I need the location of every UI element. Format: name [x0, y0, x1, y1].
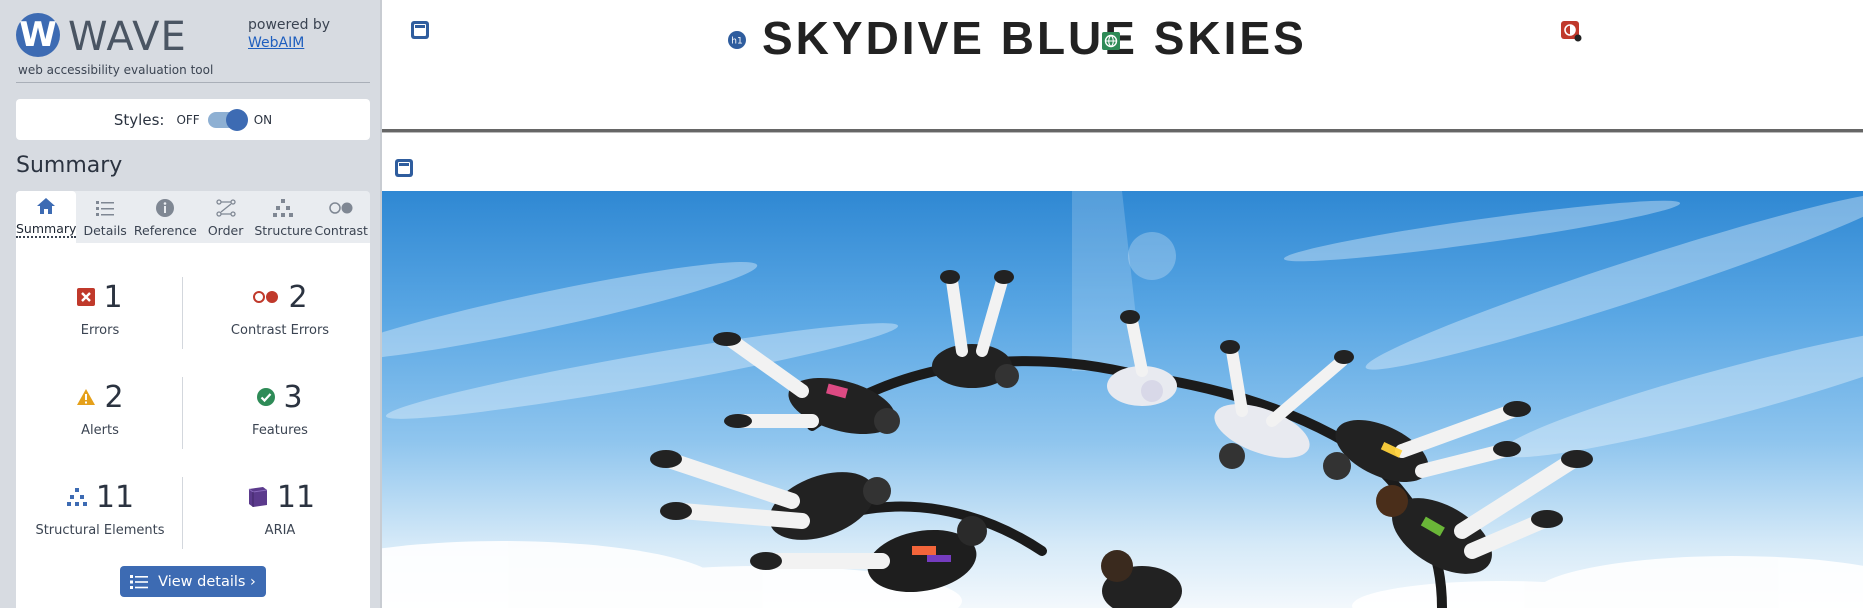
errors-label: Errors — [80, 323, 120, 338]
divider — [182, 377, 183, 449]
divider — [16, 82, 370, 83]
language-marker-icon[interactable] — [1102, 32, 1120, 50]
wave-subtitle: web accessibility evaluation tool — [18, 63, 214, 77]
webaim-link[interactable]: WebAIM — [248, 34, 330, 52]
skydivers-photo — [382, 191, 1863, 608]
wave-logo-icon: W — [16, 13, 60, 57]
structural-stat[interactable]: 11 Structural Elements — [20, 477, 180, 549]
errors-count: 1 — [103, 279, 123, 315]
structure-icon — [272, 197, 294, 219]
features-stat[interactable]: 3 Features — [200, 377, 360, 449]
tab-label: Structure — [254, 223, 313, 238]
powered-by: powered by WebAIM — [248, 16, 330, 52]
tab-label: Reference — [133, 223, 197, 238]
tab-reference[interactable]: Reference — [134, 191, 197, 243]
contrast-errors-count: 2 — [288, 279, 308, 315]
tab-details[interactable]: Details — [76, 191, 133, 243]
divider — [182, 277, 183, 349]
aria-stat[interactable]: 11 ARIA — [200, 477, 360, 549]
h1-marker-icon[interactable]: h1 — [727, 30, 747, 50]
list-icon — [95, 197, 115, 219]
view-details-label: View details › — [158, 573, 256, 590]
h1-badge-text: h1 — [731, 37, 742, 47]
toggle-knob — [225, 108, 248, 131]
structural-count: 11 — [95, 479, 135, 515]
tab-label: Contrast — [314, 223, 368, 238]
alerts-count: 2 — [104, 379, 124, 415]
feature-check-icon — [257, 388, 276, 406]
hero-image — [382, 191, 1863, 608]
errors-stat[interactable]: 1 Errors — [20, 277, 180, 349]
styles-off-label: OFF — [176, 112, 200, 127]
tab-order[interactable]: Order — [197, 191, 254, 243]
wave-sidebar: W WAVE web accessibility evaluation tool… — [0, 0, 382, 608]
alerts-stat[interactable]: 2 Alerts — [20, 377, 180, 449]
styles-on-label: ON — [253, 112, 273, 127]
contrast-error-icon — [252, 290, 280, 304]
home-icon — [36, 195, 56, 217]
tab-label: Summary — [16, 221, 77, 238]
styles-toggle[interactable] — [207, 108, 248, 131]
wave-logo-word: WAVE — [68, 14, 187, 60]
tab-structure[interactable]: Structure — [254, 191, 313, 243]
info-icon — [155, 197, 175, 219]
aria-cube-icon — [245, 485, 269, 509]
evaluated-page: h1 SKYDIVE BLUE SKIES — [382, 0, 1863, 608]
tab-contrast[interactable]: Contrast — [313, 191, 370, 243]
contrast-errors-label: Contrast Errors — [230, 323, 330, 338]
order-icon — [215, 197, 237, 219]
contrast-icon — [328, 197, 354, 219]
list-icon — [130, 574, 149, 590]
alert-icon — [76, 388, 96, 406]
structural-label: Structural Elements — [35, 523, 165, 538]
wave-tabs: Summary Details Reference Order Structur… — [16, 191, 370, 243]
wave-main-marker-icon[interactable] — [394, 158, 414, 178]
contrast-errors-stat[interactable]: 2 Contrast Errors — [200, 277, 360, 349]
features-count: 3 — [283, 379, 303, 415]
features-label: Features — [252, 423, 308, 438]
site-title: SKYDIVE BLUE SKIES — [762, 12, 1307, 64]
header-border-shadow — [382, 132, 1863, 133]
tab-label: Details — [83, 223, 127, 238]
structure-icon — [66, 487, 88, 507]
wave-header-marker-icon[interactable] — [410, 20, 430, 40]
styles-toggle-box: Styles: OFF ON — [16, 99, 370, 140]
tab-label: Order — [207, 223, 244, 238]
powered-by-label: powered by — [248, 17, 331, 33]
contrast-error-marker-icon[interactable] — [1560, 20, 1582, 42]
styles-label: Styles: — [113, 110, 165, 129]
view-details-button[interactable]: View details › — [120, 566, 266, 597]
summary-panel: 1 Errors 2 Contrast Errors 2 Alerts 3 Fe… — [16, 243, 370, 608]
tab-summary[interactable]: Summary — [16, 191, 77, 243]
alerts-label: Alerts — [81, 423, 119, 438]
aria-count: 11 — [276, 479, 316, 515]
aria-label: ARIA — [264, 523, 296, 538]
panel-title: Summary — [16, 153, 123, 178]
error-icon — [77, 288, 96, 306]
divider — [182, 477, 183, 549]
